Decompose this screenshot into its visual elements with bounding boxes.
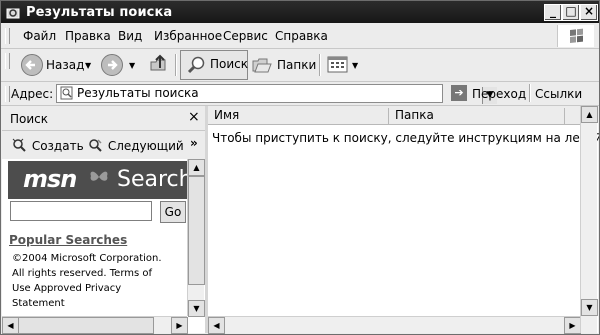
column-folder-label: Папка: [395, 108, 434, 122]
address-bar: Адрес: Результаты поиска ▼ ➔ Переход Ссы…: [1, 82, 599, 106]
menu-grip: [5, 28, 10, 44]
address-separator: [529, 84, 531, 102]
create-search-label: Создать: [31, 139, 84, 153]
search-icon: [187, 56, 205, 74]
next-search-label: Следующий: [107, 139, 184, 153]
go-arrow-icon[interactable]: ➔: [451, 85, 467, 101]
toolbar-separator: [175, 54, 177, 76]
scroll-thumb[interactable]: [188, 176, 205, 285]
maximize-button[interactable]: □: [562, 4, 580, 21]
column-folder[interactable]: Папка: [389, 108, 565, 124]
menu-edit[interactable]: Правка: [65, 29, 111, 43]
windows-logo-icon: [557, 25, 594, 47]
close-icon[interactable]: ×: [188, 109, 200, 125]
toolbar-grip: [5, 53, 10, 69]
scroll-right-arrow[interactable]: ▶: [171, 317, 188, 334]
scroll-thumb[interactable]: [18, 317, 154, 334]
menu-bar: Файл Правка Вид Избранное Сервис Справка: [1, 24, 599, 49]
results-column-header: Имя Папка: [208, 106, 580, 125]
up-folder-button[interactable]: [147, 52, 171, 78]
folders-icon: [252, 58, 272, 73]
window-title: Результаты поиска: [26, 5, 173, 20]
menu-view[interactable]: Вид: [118, 29, 142, 43]
results-pane: Имя Папка Чтобы приступить к поиску, сле…: [208, 106, 599, 334]
address-grip: [5, 86, 10, 102]
msn-butterfly-icon: [90, 171, 108, 181]
minimize-button[interactable]: _: [544, 4, 562, 21]
address-value: Результаты поиска: [77, 86, 199, 100]
results-message: Чтобы приступить к поиску, следуйте инст…: [212, 131, 599, 145]
msn-search-input[interactable]: [10, 201, 152, 221]
scroll-up-arrow[interactable]: ▲: [581, 106, 598, 123]
back-button[interactable]: Назад ▼: [19, 52, 97, 78]
folders-button[interactable]: Папки: [251, 52, 317, 78]
scroll-right-arrow[interactable]: ▶: [564, 317, 581, 334]
back-dropdown-icon[interactable]: ▼: [85, 61, 91, 70]
results-horizontal-scrollbar[interactable]: ◀ ▶: [208, 316, 581, 334]
search-pane-toolbar: Создать Следующий »: [2, 131, 205, 160]
search-pane: Поиск × Создать Следующий » msn Search G…: [2, 106, 208, 334]
address-label: Адрес:: [11, 87, 54, 101]
forward-icon: [101, 54, 123, 76]
scroll-up-arrow[interactable]: ▲: [188, 159, 205, 176]
scroll-down-arrow[interactable]: ▼: [188, 300, 205, 317]
menu-favorites[interactable]: Избранное: [154, 29, 222, 43]
back-icon: [21, 54, 43, 76]
forward-button[interactable]: ▼: [101, 52, 141, 78]
menu-tools[interactable]: Сервис: [223, 29, 268, 43]
title-bar: Результаты поиска _ □ ×: [1, 1, 599, 23]
next-search-icon: [89, 139, 102, 152]
column-name[interactable]: Имя: [208, 108, 389, 124]
search-button[interactable]: Поиск: [180, 50, 248, 80]
search-pane-horizontal-scrollbar[interactable]: ◀ ▶: [2, 316, 188, 334]
msn-go-button[interactable]: Go: [160, 201, 186, 223]
msn-logo: msn: [23, 165, 77, 193]
search-label: Поиск: [210, 57, 249, 71]
search-pane-vertical-scrollbar[interactable]: ▲ ▼: [187, 159, 205, 317]
folders-label: Папки: [277, 58, 317, 72]
results-vertical-scrollbar[interactable]: ▲ ▼: [580, 106, 598, 333]
create-search-button[interactable]: Создать: [12, 138, 84, 153]
explorer-window: Результаты поиска _ □ × Файл Правка Вид …: [0, 0, 600, 335]
copyright-text: ©2004 Microsoft Corporation. All rights …: [12, 253, 162, 309]
close-window-button[interactable]: ×: [580, 4, 598, 21]
scroll-left-arrow[interactable]: ◀: [208, 317, 225, 334]
standard-toolbar: Назад ▼ ▼ Поиск Папки ▼: [1, 49, 599, 82]
views-button[interactable]: ▼: [327, 52, 361, 78]
create-search-icon: [12, 138, 26, 152]
forward-dropdown-icon[interactable]: ▼: [129, 61, 135, 70]
address-input[interactable]: Результаты поиска ▼: [56, 84, 497, 104]
menu-help[interactable]: Справка: [275, 29, 328, 43]
search-pane-title: Поиск: [10, 112, 49, 126]
scroll-down-arrow[interactable]: ▼: [581, 299, 598, 316]
views-icon: [327, 56, 348, 73]
menu-file[interactable]: Файл: [23, 29, 56, 43]
search-pane-header: Поиск ×: [2, 106, 205, 131]
toolbar-separator: [319, 54, 321, 76]
links-button[interactable]: Ссылки: [535, 87, 582, 101]
popular-searches-link[interactable]: Popular Searches: [9, 233, 127, 247]
views-dropdown-icon[interactable]: ▼: [352, 61, 358, 70]
chevron-icon[interactable]: »: [190, 136, 198, 150]
msn-search-wordmark: Search: [117, 167, 187, 192]
msn-search-banner: msn Search: [8, 161, 187, 199]
msn-search-panel: msn Search Go Popular Searches ©2004 Mic…: [2, 159, 187, 333]
next-search-button[interactable]: Следующий: [88, 138, 184, 153]
back-label: Назад: [46, 58, 85, 72]
go-button[interactable]: Переход: [472, 87, 526, 101]
column-name-label: Имя: [214, 108, 240, 122]
scroll-left-arrow[interactable]: ◀: [2, 317, 19, 334]
app-icon: [6, 5, 20, 19]
address-page-icon: [60, 86, 73, 100]
up-folder-icon: [150, 54, 166, 71]
